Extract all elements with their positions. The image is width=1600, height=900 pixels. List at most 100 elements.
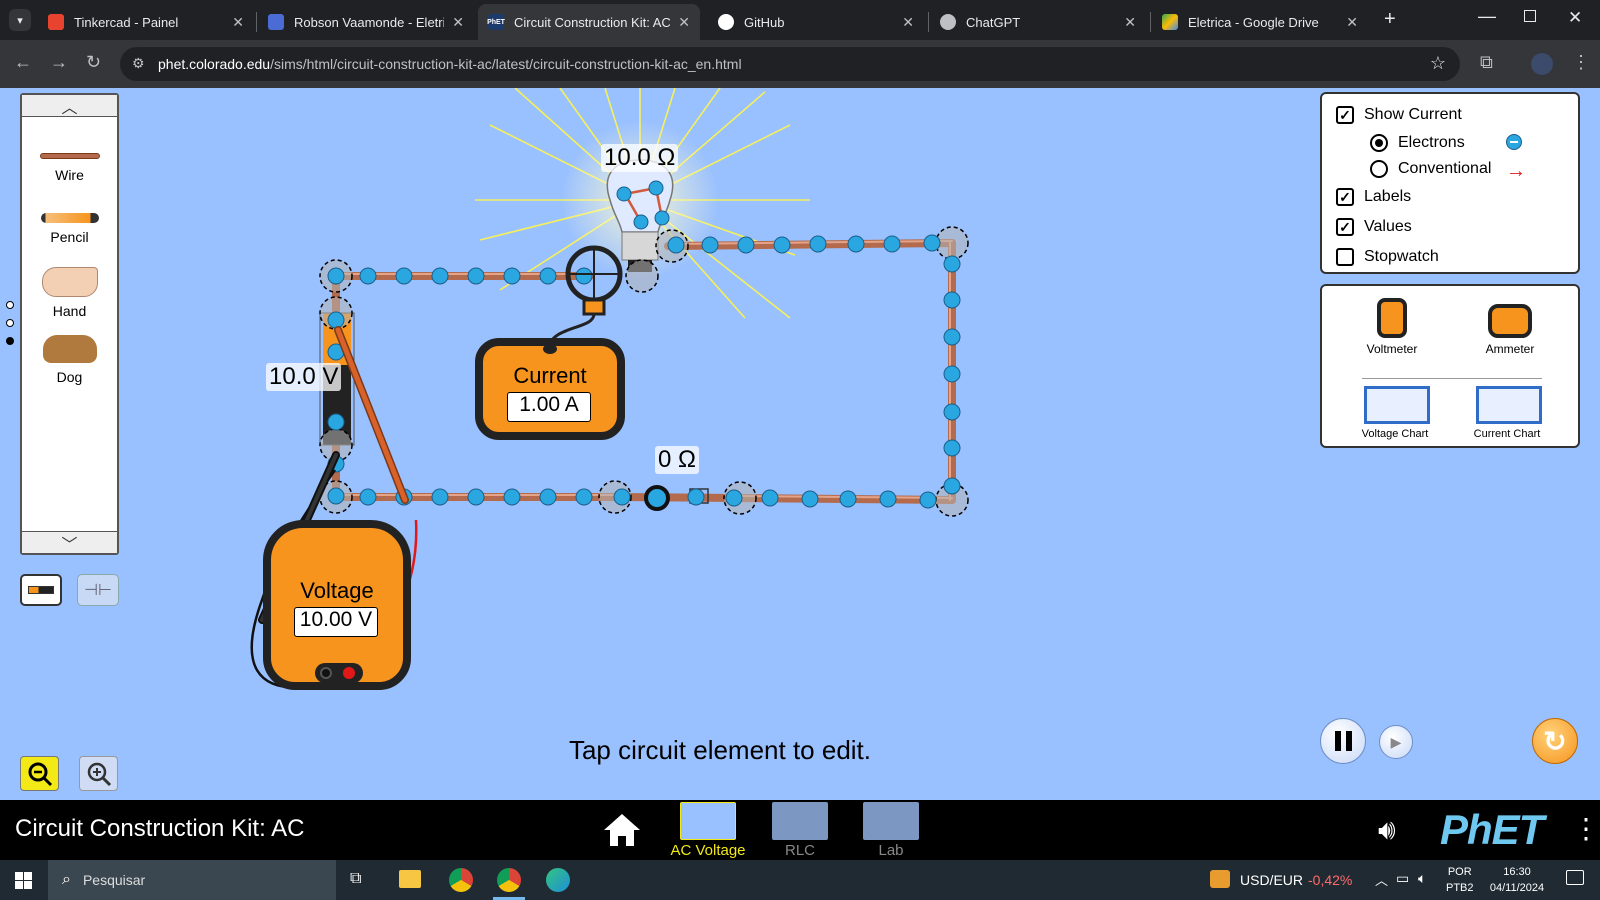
ammeter-body[interactable]: Current 1.00 A (475, 338, 625, 440)
display-options-panel: ✓ Show Current Electrons Conventional → … (1320, 92, 1580, 274)
schematic-view-button[interactable]: ⊣⊢ (77, 574, 119, 606)
volume-icon[interactable]: 🔈︎ (1418, 870, 1426, 887)
chrome-active-icon[interactable] (497, 868, 521, 892)
electrons-radio[interactable]: Electrons (1336, 130, 1564, 156)
tab-github[interactable]: GitHub ✕ (708, 4, 924, 40)
carousel-page-dot[interactable] (6, 301, 14, 309)
tab-chatgpt[interactable]: ChatGPT ✕ (930, 4, 1146, 40)
close-tab-icon[interactable]: ✕ (1124, 14, 1136, 31)
edge-icon[interactable] (546, 868, 570, 892)
close-tab-icon[interactable]: ✕ (678, 14, 690, 31)
toolbox-current-chart[interactable]: Current Chart (1462, 382, 1552, 440)
lifelike-view-button[interactable] (20, 574, 62, 606)
close-window-icon[interactable]: ✕ (1568, 8, 1582, 28)
browser-menu-icon[interactable]: ⋮ (1572, 52, 1590, 73)
conventional-arrow-icon: → (1506, 160, 1526, 182)
zoom-out-button[interactable] (20, 756, 59, 791)
minimize-window-icon[interactable]: — (1478, 6, 1496, 27)
address-bar[interactable]: ⚙ phet.colorado.edu/sims/html/circuit-co… (120, 47, 1460, 81)
zoom-in-button[interactable] (79, 756, 118, 791)
radio-unselected-icon (1370, 160, 1388, 178)
close-tab-icon[interactable]: ✕ (902, 14, 914, 31)
language-bottom: PTB2 (1446, 882, 1474, 894)
toolbox-voltmeter-label: Voltmeter (1366, 342, 1418, 356)
show-current-checkbox[interactable]: ✓ Show Current (1336, 100, 1564, 130)
electrons-label: Electrons (1398, 134, 1465, 151)
carousel-item-pencil[interactable]: Pencil (22, 213, 117, 245)
close-tab-icon[interactable]: ✕ (1346, 14, 1358, 31)
forward-icon[interactable]: → (50, 52, 68, 73)
tab-title: Tinkercad - Painel (74, 14, 179, 30)
voltmeter-body[interactable]: Voltage 10.00 V (263, 520, 411, 690)
language-indicator[interactable]: POR PTB2 (1446, 864, 1474, 896)
conventional-radio[interactable]: Conventional → (1336, 156, 1564, 182)
zoom-in-icon (87, 762, 111, 786)
switch-resistance-label: 0 Ω (655, 446, 699, 474)
values-checkbox[interactable]: ✓ Values (1336, 212, 1564, 242)
phet-menu-icon[interactable]: ⋮ (1572, 810, 1600, 848)
phet-logo[interactable]: PhET (1440, 806, 1544, 854)
battery-voltage-label: 10.0 V (266, 363, 342, 391)
screen-rlc-button[interactable]: RLC (770, 802, 830, 859)
reload-icon[interactable]: ↻ (86, 52, 101, 73)
switch[interactable] (614, 485, 741, 511)
close-tab-icon[interactable]: ✕ (232, 14, 244, 31)
close-tab-icon[interactable]: ✕ (452, 14, 464, 31)
profile-avatar[interactable] (1531, 53, 1553, 75)
toolbox-ammeter[interactable]: Ammeter (1470, 294, 1550, 356)
carousel-page-dot-active[interactable] (6, 337, 14, 345)
carousel-item-wire[interactable]: Wire (22, 153, 117, 183)
pause-icon (1334, 731, 1352, 751)
screen-lab-button[interactable]: Lab (861, 802, 921, 859)
restore-window-icon[interactable] (1524, 10, 1536, 22)
carousel-page-dot[interactable] (6, 319, 14, 327)
new-tab-icon[interactable]: + (1384, 8, 1396, 31)
toolbox-voltmeter[interactable]: Voltmeter (1352, 294, 1432, 356)
taskbar-search-box[interactable]: ⌕ Pesquisar (48, 860, 336, 900)
checkbox-unchecked-icon (1336, 248, 1354, 266)
extensions-icon[interactable]: ⧉ (1480, 52, 1493, 73)
lab-thumbnail-icon (863, 802, 919, 840)
notifications-icon[interactable] (1566, 870, 1584, 885)
file-explorer-icon[interactable] (399, 870, 421, 888)
tab-title: Eletrica - Google Drive (1188, 14, 1319, 30)
task-view-icon[interactable]: ⧉ (350, 870, 361, 888)
bookmark-star-icon[interactable]: ☆ (1430, 53, 1446, 74)
tab-search-icon[interactable]: ▾ (9, 9, 31, 31)
ticker-change: -0,42% (1308, 872, 1353, 888)
step-forward-button[interactable]: ▶ (1379, 725, 1413, 759)
network-icon[interactable]: ▭ (1396, 870, 1409, 887)
carousel-item-dog[interactable]: Dog (22, 335, 117, 385)
ticker-name[interactable]: USD/EUR (1240, 872, 1303, 888)
carousel-up-arrow-icon[interactable]: ︿ (22, 95, 117, 117)
tab-circuit-construction-kit[interactable]: PhET Circuit Construction Kit: AC ✕ (478, 4, 700, 40)
url-path: /sims/html/circuit-construction-kit-ac/l… (270, 56, 742, 72)
chrome-icon[interactable] (449, 868, 473, 892)
reset-all-button[interactable]: ↻ (1532, 718, 1578, 764)
clock-date: 04/11/2024 (1489, 882, 1545, 894)
tab-tinkercad[interactable]: Tinkercad - Painel ✕ (38, 4, 254, 40)
sound-toggle-icon[interactable]: 🔊︎ (1378, 814, 1396, 847)
schematic-battery-icon: ⊣⊢ (84, 582, 112, 599)
show-hidden-icons[interactable]: ︿ (1375, 870, 1388, 889)
zoom-out-icon (28, 762, 52, 786)
screen-label: AC Voltage (670, 842, 746, 859)
back-icon[interactable]: ← (14, 52, 32, 73)
conventional-label: Conventional (1398, 160, 1492, 177)
sensor-toolbox-panel: Voltmeter Ammeter Voltage Chart Current … (1320, 284, 1580, 448)
tab-robson[interactable]: Robson Vaamonde - Eletricid ✕ (258, 4, 474, 40)
windows-start-icon[interactable] (15, 872, 32, 889)
tab-google-drive[interactable]: Eletrica - Google Drive ✕ (1152, 4, 1368, 40)
browser-toolbar: ← → ↻ ⚙ phet.colorado.edu/sims/html/circ… (0, 40, 1600, 88)
home-button[interactable] (600, 810, 644, 850)
screen-ac-voltage-button[interactable]: AC Voltage (668, 802, 748, 859)
toolbox-voltage-chart[interactable]: Voltage Chart (1350, 382, 1440, 440)
clock[interactable]: 16:30 04/11/2024 (1482, 864, 1552, 896)
carousel-down-arrow-icon[interactable]: ﹀ (22, 531, 117, 554)
site-info-icon[interactable]: ⚙ (132, 55, 145, 72)
rlc-thumbnail-icon (772, 802, 828, 840)
carousel-item-hand[interactable]: Hand (22, 267, 117, 319)
labels-checkbox[interactable]: ✓ Labels (1336, 182, 1564, 212)
stopwatch-checkbox[interactable]: Stopwatch (1336, 242, 1564, 272)
pause-button[interactable] (1320, 718, 1366, 764)
